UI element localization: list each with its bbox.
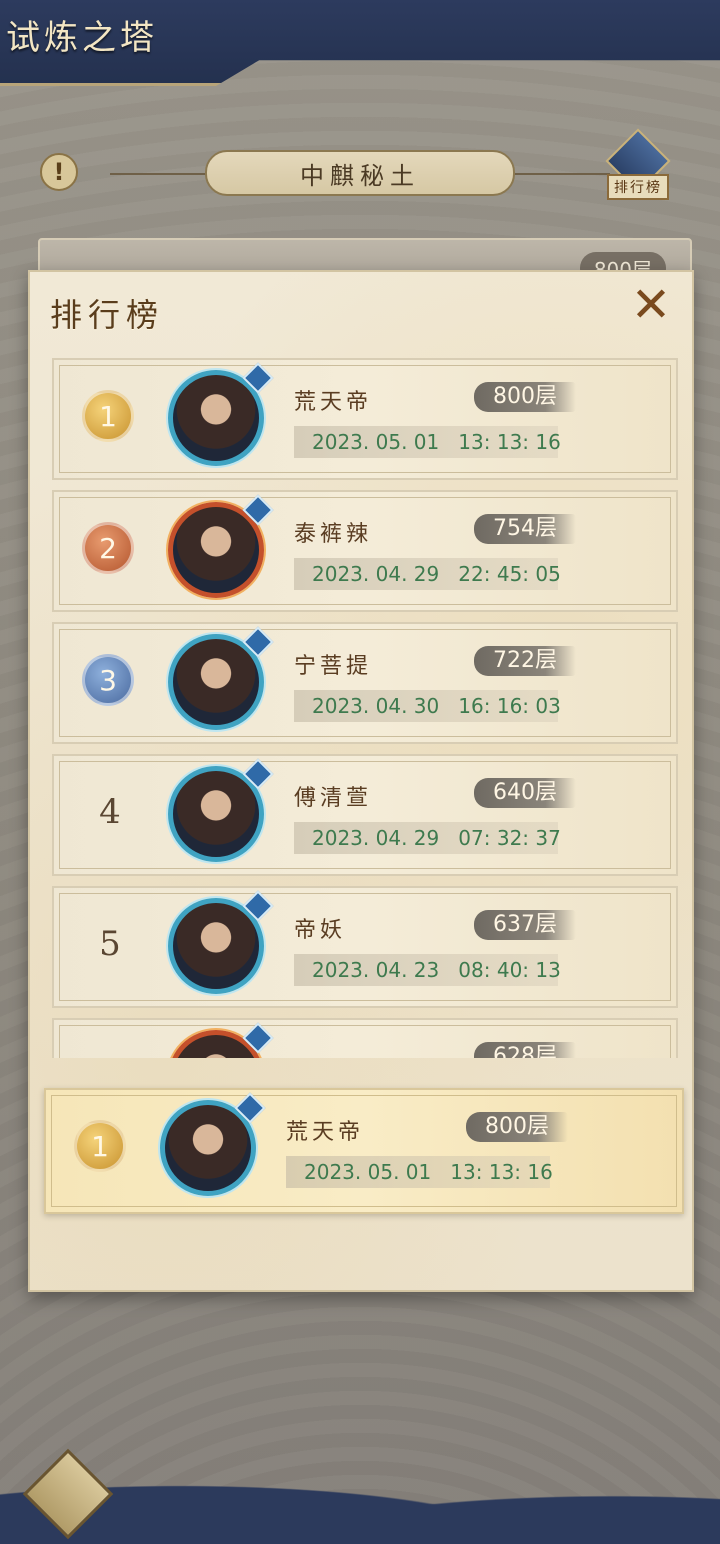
ranking-button[interactable]: 排行榜 <box>604 128 672 204</box>
immortal-badge-icon <box>234 1092 266 1124</box>
ranking-row: 2 泰裤辣 754层 2023. 04. 29 22: 45: 05 <box>52 490 678 612</box>
record-time: 2023. 04. 23 08: 40: 13 <box>294 954 561 986</box>
floor-level: 640层 <box>474 778 576 808</box>
immortal-badge-icon <box>242 626 274 658</box>
rank-number: 5 <box>99 924 121 964</box>
floor-level: 800层 <box>466 1112 568 1142</box>
player-name: 荒天帝 <box>294 390 373 415</box>
ranking-list[interactable]: 1 荒天帝 800层 2023. 05. 01 13: 13: 16 2 泰裤辣… <box>52 358 678 1058</box>
player-name: 宁菩提 <box>294 654 373 679</box>
floor-level: 800层 <box>474 382 576 412</box>
floor-level: 628层 <box>474 1042 576 1058</box>
immortal-badge-icon <box>242 890 274 922</box>
record-time: 2023. 04. 29 22: 45: 05 <box>294 558 561 590</box>
ranking-row: 4 傅清萱 640层 2023. 04. 29 07: 32: 37 <box>52 754 678 876</box>
floor-level: 722层 <box>474 646 576 676</box>
record-time: 2023. 04. 29 07: 32: 37 <box>294 822 561 854</box>
avatar[interactable] <box>168 626 274 730</box>
player-name: 傅清萱 <box>294 786 373 811</box>
modal-title: 排行榜 <box>50 296 165 334</box>
record-time: 2023. 04. 30 16: 16: 03 <box>294 690 561 722</box>
ranking-button-label: 排行榜 <box>607 174 669 200</box>
record-time: 2023. 05. 01 13: 13: 16 <box>286 1156 553 1188</box>
immortal-badge-icon <box>242 494 274 526</box>
immortal-badge-icon <box>242 362 274 394</box>
region-label[interactable]: 中麒秘土 <box>205 150 515 196</box>
player-name: 荒天帝 <box>286 1120 365 1145</box>
my-ranking-row: 1 荒天帝 800层 2023. 05. 01 13: 13: 16 <box>44 1088 684 1214</box>
ranking-row: 628层 <box>52 1018 678 1058</box>
player-name: 帝妖 <box>294 918 347 943</box>
ranking-row: 5 帝妖 637层 2023. 04. 23 08: 40: 13 <box>52 886 678 1008</box>
page-title: 试炼之塔 <box>6 18 158 58</box>
avatar[interactable] <box>168 362 274 466</box>
immortal-badge-icon <box>242 758 274 790</box>
avatar[interactable] <box>168 1022 274 1058</box>
gold-medal-icon: 1 <box>82 390 134 442</box>
avatar[interactable] <box>160 1092 266 1196</box>
bronze-medal-icon: 3 <box>82 654 134 706</box>
avatar[interactable] <box>168 494 274 598</box>
rank-number: 4 <box>99 792 121 832</box>
immortal-badge-icon <box>242 1022 274 1054</box>
info-icon[interactable]: ! <box>40 153 78 191</box>
ranking-row: 1 荒天帝 800层 2023. 05. 01 13: 13: 16 <box>52 358 678 480</box>
player-name: 泰裤辣 <box>294 522 373 547</box>
floor-level: 754层 <box>474 514 576 544</box>
avatar[interactable] <box>168 890 274 994</box>
silver-medal-icon: 2 <box>82 522 134 574</box>
ranking-row: 3 宁菩提 722层 2023. 04. 30 16: 16: 03 <box>52 622 678 744</box>
close-icon[interactable]: ✕ <box>626 277 676 333</box>
record-time: 2023. 05. 01 13: 13: 16 <box>294 426 561 458</box>
avatar[interactable] <box>168 758 274 862</box>
ranking-modal: 排行榜 ✕ 1 荒天帝 800层 2023. 05. 01 13: 13: 16… <box>28 270 694 1292</box>
floor-level: 637层 <box>474 910 576 940</box>
gold-medal-icon: 1 <box>74 1120 126 1172</box>
